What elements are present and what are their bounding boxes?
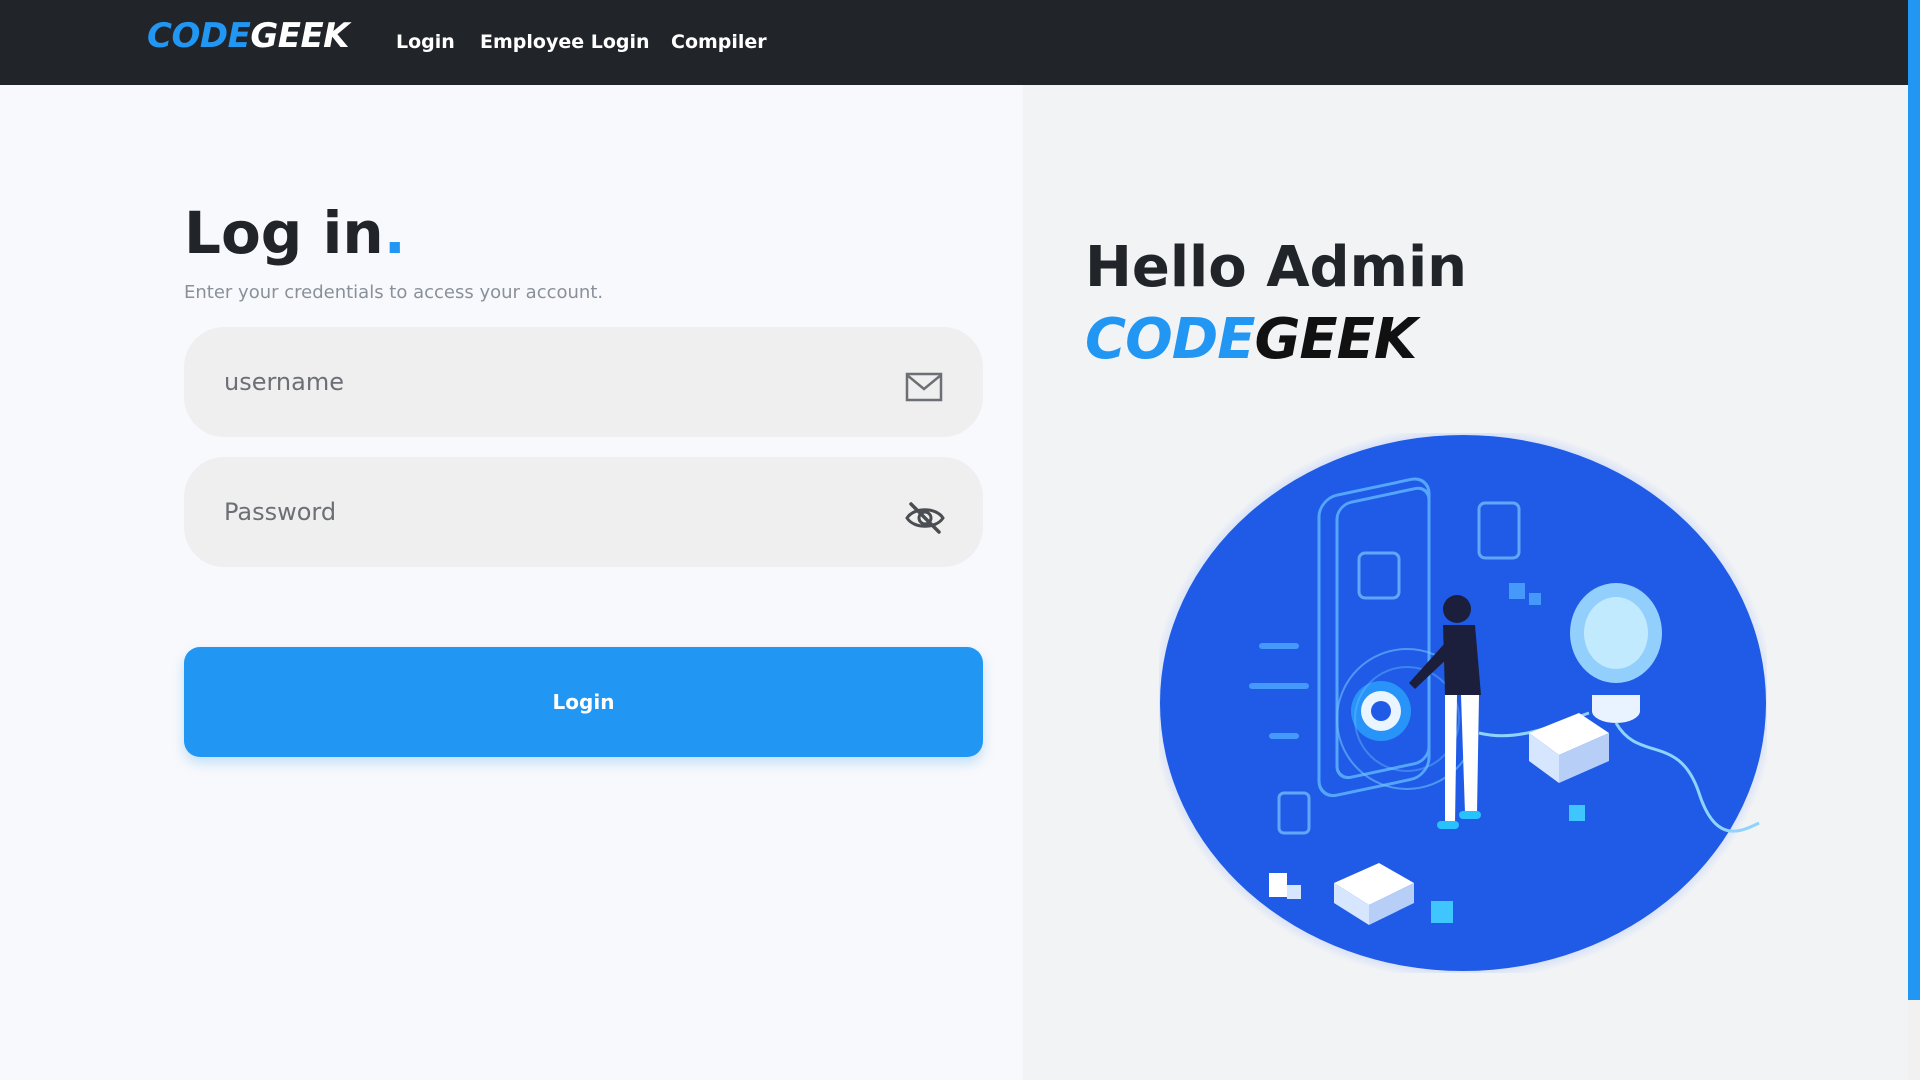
- page-title-dot: .: [383, 199, 406, 267]
- nav-link-compiler[interactable]: Compiler: [671, 28, 767, 56]
- brand-logo[interactable]: CODEGEEK: [147, 14, 350, 58]
- page-title-text: Log in: [184, 199, 384, 267]
- scrollbar-thumb[interactable]: [1908, 0, 1920, 1000]
- security-illustration: [1151, 425, 1775, 981]
- eye-slash-icon[interactable]: [905, 501, 945, 534]
- hero-greeting: Hello Admin: [1085, 235, 1468, 300]
- password-field: [184, 457, 983, 567]
- username-field: [184, 327, 983, 437]
- navbar: CODEGEEK Login Employee Login Compiler: [0, 0, 1908, 85]
- nav-link-login[interactable]: Login: [396, 28, 455, 56]
- brand-code-text: CODE: [147, 16, 251, 56]
- mail-icon: [905, 371, 943, 403]
- hero-brand-geek: GEEK: [1254, 307, 1417, 372]
- login-panel: Log in. Enter your credentials to access…: [0, 85, 1023, 1080]
- page-scrollbar[interactable]: [1908, 0, 1920, 1080]
- page-title: Log in.: [184, 197, 406, 269]
- password-input[interactable]: [184, 457, 983, 567]
- hero-brand-code: CODE: [1085, 307, 1255, 372]
- brand-geek-text: GEEK: [250, 16, 350, 56]
- username-input[interactable]: [184, 327, 983, 437]
- hero-brand: CODEGEEK: [1085, 305, 1417, 375]
- page-subtitle: Enter your credentials to access your ac…: [184, 282, 604, 303]
- login-submit-button[interactable]: Login: [184, 647, 983, 757]
- nav-link-employee-login[interactable]: Employee Login: [480, 28, 650, 56]
- hero-panel: Hello Admin CODEGEEK: [1023, 85, 1908, 1080]
